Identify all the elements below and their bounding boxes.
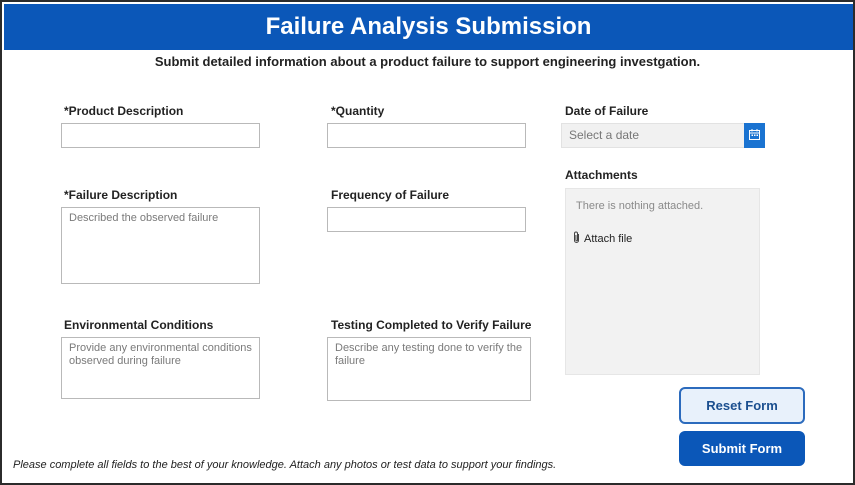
form-title: Failure Analysis Submission — [4, 4, 853, 50]
date-picker-button[interactable] — [744, 123, 765, 148]
product-description-input[interactable] — [61, 123, 260, 148]
reset-form-button[interactable]: Reset Form — [679, 387, 805, 424]
frequency-of-failure-input[interactable] — [327, 207, 526, 232]
testing-completed-textarea[interactable]: Describe any testing done to verify the … — [327, 337, 531, 401]
frequency-of-failure-label: Frequency of Failure — [331, 188, 450, 202]
attach-file-button[interactable]: Attach file — [572, 231, 632, 247]
form-subtitle: Submit detailed information about a prod… — [154, 54, 701, 69]
submit-form-button[interactable]: Submit Form — [679, 431, 805, 466]
environmental-conditions-textarea[interactable]: Provide any environmental conditions obs… — [61, 337, 260, 399]
attachments-label: Attachments — [565, 168, 638, 182]
failure-description-label: *Failure Description — [64, 188, 178, 202]
environmental-conditions-label: Environmental Conditions — [64, 318, 214, 332]
date-of-failure-input[interactable]: Select a date — [561, 123, 745, 148]
quantity-label: *Quantity — [331, 104, 385, 118]
quantity-input[interactable] — [327, 123, 526, 148]
paperclip-icon — [572, 231, 581, 247]
attach-file-label: Attach file — [584, 233, 633, 245]
footer-note: Please complete all fields to the best o… — [13, 459, 557, 471]
attachments-empty-text: There is nothing attached. — [576, 200, 704, 212]
date-of-failure-label: Date of Failure — [565, 104, 649, 118]
testing-completed-label: Testing Completed to Verify Failure — [331, 318, 532, 332]
product-description-label: *Product Description — [64, 104, 184, 118]
calendar-icon — [749, 127, 760, 145]
attachments-panel: There is nothing attached. Attach file — [565, 188, 760, 375]
failure-description-textarea[interactable]: Described the observed failure — [61, 207, 260, 284]
